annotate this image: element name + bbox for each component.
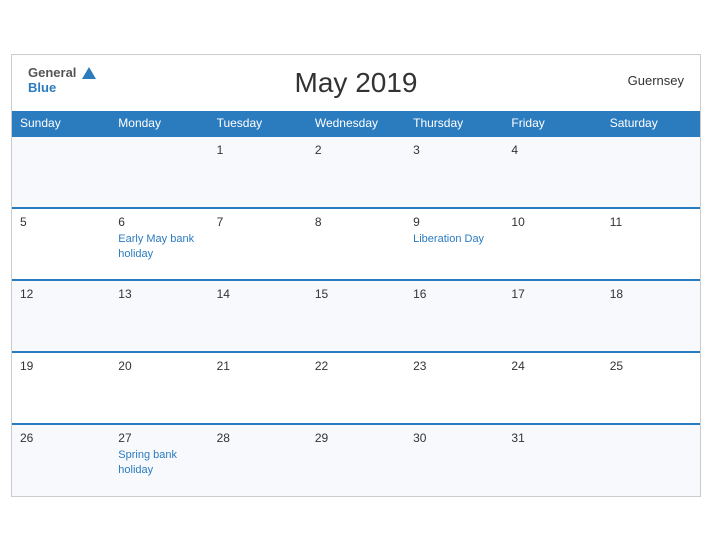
calendar-cell: 3 <box>405 136 503 208</box>
calendar-cell: 4 <box>503 136 601 208</box>
calendar-cell: 15 <box>307 280 405 352</box>
logo: General Blue <box>28 65 96 96</box>
month-title: May 2019 <box>295 67 418 99</box>
logo-blue: Blue <box>28 80 56 95</box>
day-number: 25 <box>610 359 692 373</box>
weekday-header-thursday: Thursday <box>405 111 503 136</box>
calendar-cell: 22 <box>307 352 405 424</box>
calendar-table: SundayMondayTuesdayWednesdayThursdayFrid… <box>12 111 700 496</box>
calendar-cell: 5 <box>12 208 110 280</box>
logo-general: General <box>28 65 76 80</box>
calendar-header: General Blue May 2019 Guernsey <box>12 55 700 111</box>
day-number: 14 <box>217 287 299 301</box>
day-number: 12 <box>20 287 102 301</box>
day-number: 9 <box>413 215 495 229</box>
calendar-cell: 30 <box>405 424 503 496</box>
calendar-cell: 6 Early May bank holiday <box>110 208 208 280</box>
day-number: 30 <box>413 431 495 445</box>
calendar-cell <box>602 424 700 496</box>
calendar-cell: 24 <box>503 352 601 424</box>
day-number: 8 <box>315 215 397 229</box>
day-number: 17 <box>511 287 593 301</box>
calendar-cell: 11 <box>602 208 700 280</box>
day-number: 6 <box>118 215 200 229</box>
calendar-cell: 7 <box>209 208 307 280</box>
calendar-cell: 2 <box>307 136 405 208</box>
week-row-4: 26 27 Spring bank holiday 28 29 30 31 <box>12 424 700 496</box>
day-number: 24 <box>511 359 593 373</box>
weekday-header-sunday: Sunday <box>12 111 110 136</box>
day-number: 26 <box>20 431 102 445</box>
calendar-cell: 12 <box>12 280 110 352</box>
calendar-cell: 8 <box>307 208 405 280</box>
region-label: Guernsey <box>628 73 684 88</box>
calendar: General Blue May 2019 Guernsey SundayMon… <box>11 54 701 497</box>
calendar-cell: 10 <box>503 208 601 280</box>
day-number: 22 <box>315 359 397 373</box>
day-number: 27 <box>118 431 200 445</box>
day-number: 18 <box>610 287 692 301</box>
day-number: 1 <box>217 143 299 157</box>
week-row-3: 19 20 21 22 23 24 25 <box>12 352 700 424</box>
day-number: 19 <box>20 359 102 373</box>
holiday-label: Liberation Day <box>413 233 484 245</box>
weekday-header-wednesday: Wednesday <box>307 111 405 136</box>
calendar-cell <box>12 136 110 208</box>
day-number: 21 <box>217 359 299 373</box>
day-number: 31 <box>511 431 593 445</box>
calendar-cell: 20 <box>110 352 208 424</box>
week-row-1: 5 6 Early May bank holiday 7 8 9 Liberation Da… <box>12 208 700 280</box>
calendar-cell: 25 <box>602 352 700 424</box>
day-number: 29 <box>315 431 397 445</box>
calendar-cell: 1 <box>209 136 307 208</box>
calendar-cell: 28 <box>209 424 307 496</box>
day-number: 23 <box>413 359 495 373</box>
calendar-cell: 21 <box>209 352 307 424</box>
calendar-cell: 14 <box>209 280 307 352</box>
calendar-cell: 9 Liberation Day <box>405 208 503 280</box>
calendar-cell: 26 <box>12 424 110 496</box>
calendar-cell: 29 <box>307 424 405 496</box>
calendar-cell: 13 <box>110 280 208 352</box>
day-number: 10 <box>511 215 593 229</box>
weekday-header-row: SundayMondayTuesdayWednesdayThursdayFrid… <box>12 111 700 136</box>
holiday-label: Early May bank holiday <box>118 233 194 260</box>
day-number: 13 <box>118 287 200 301</box>
calendar-cell: 23 <box>405 352 503 424</box>
weekday-header-tuesday: Tuesday <box>209 111 307 136</box>
day-number: 5 <box>20 215 102 229</box>
day-number: 3 <box>413 143 495 157</box>
calendar-cell <box>110 136 208 208</box>
day-number: 4 <box>511 143 593 157</box>
calendar-cell: 31 <box>503 424 601 496</box>
day-number: 2 <box>315 143 397 157</box>
day-number: 16 <box>413 287 495 301</box>
week-row-2: 12 13 14 15 16 17 18 <box>12 280 700 352</box>
calendar-cell <box>602 136 700 208</box>
calendar-cell: 27 Spring bank holiday <box>110 424 208 496</box>
holiday-label: Spring bank holiday <box>118 449 177 476</box>
day-number: 11 <box>610 215 692 229</box>
day-number: 7 <box>217 215 299 229</box>
calendar-cell: 18 <box>602 280 700 352</box>
day-number: 20 <box>118 359 200 373</box>
day-number: 15 <box>315 287 397 301</box>
weekday-header-friday: Friday <box>503 111 601 136</box>
day-number: 28 <box>217 431 299 445</box>
calendar-cell: 16 <box>405 280 503 352</box>
weekday-header-monday: Monday <box>110 111 208 136</box>
weekday-header-saturday: Saturday <box>602 111 700 136</box>
calendar-cell: 19 <box>12 352 110 424</box>
week-row-0: 1 2 3 4 <box>12 136 700 208</box>
calendar-cell: 17 <box>503 280 601 352</box>
logo-triangle-icon <box>82 67 96 79</box>
